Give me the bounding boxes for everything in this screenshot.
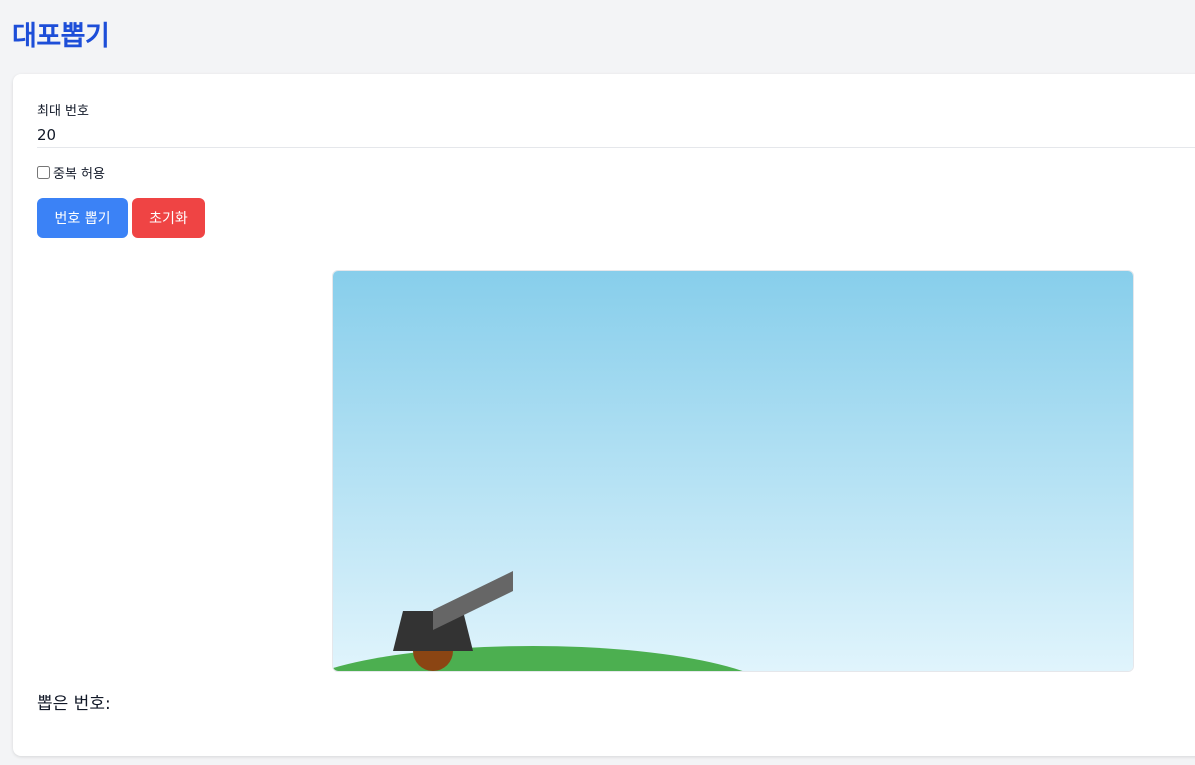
max-number-label: 최대 번호 bbox=[37, 104, 89, 119]
cannon-scene-svg bbox=[333, 271, 1133, 671]
draw-number-button[interactable]: 번호 뽑기 bbox=[37, 198, 128, 238]
duplicate-checkbox[interactable] bbox=[37, 166, 50, 179]
main-card: 최대 번호 중복 허용 번호 뽑기 초기화 뽑은 번호: bbox=[13, 74, 1195, 756]
reset-button[interactable]: 초기화 bbox=[132, 198, 205, 238]
page-title: 대포뽑기 bbox=[12, 21, 110, 52]
max-number-input[interactable] bbox=[37, 122, 1195, 148]
cannon-scene[interactable] bbox=[332, 270, 1134, 672]
drawn-number-label: 뽑은 번호: bbox=[37, 694, 111, 714]
duplicate-label: 중복 허용 bbox=[53, 167, 105, 182]
duplicate-option: 중복 허용 bbox=[37, 163, 105, 182]
